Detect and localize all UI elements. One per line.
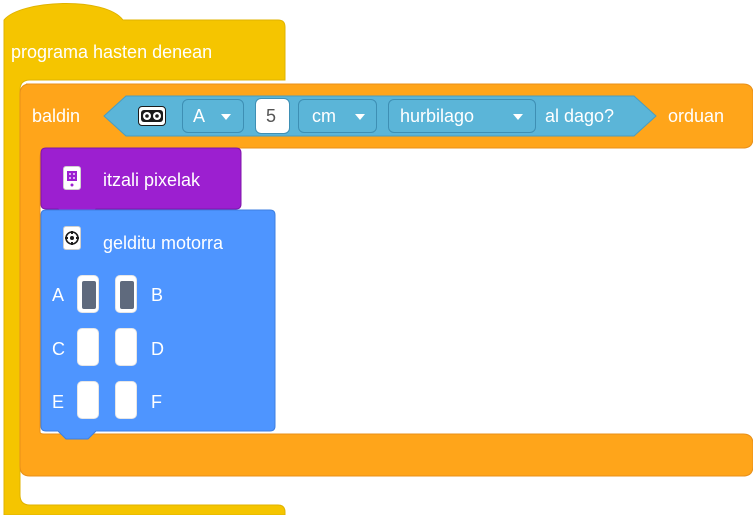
comparison-value: hurbilago [400, 106, 475, 126]
chevron-down-icon [355, 114, 365, 120]
port-label-f: F [151, 392, 162, 412]
port-dropdown[interactable]: A [182, 99, 244, 133]
port-c-toggle[interactable] [77, 328, 99, 366]
port-label-a: A [52, 285, 65, 305]
port-label-d: D [151, 339, 164, 359]
then-label: orduan [668, 106, 725, 126]
port-d-toggle[interactable] [115, 328, 137, 366]
display-block-label: itzali pixelak [103, 170, 201, 190]
motor-block-label: gelditu motorra [103, 233, 224, 253]
code-canvas [3, 3, 753, 515]
unit-value: cm [312, 106, 336, 126]
condition-suffix: al dago? [545, 106, 615, 126]
port-label-e: E [52, 392, 65, 412]
chevron-down-icon [221, 114, 231, 120]
port-label-c: C [52, 339, 65, 359]
comparison-dropdown[interactable]: hurbilago [388, 99, 536, 133]
port-e-toggle[interactable] [77, 381, 99, 419]
light-matrix-icon [63, 166, 81, 190]
hat-block-label: programa hasten denean [11, 42, 213, 62]
unit-dropdown[interactable]: cm [298, 99, 377, 133]
port-f-toggle[interactable] [115, 381, 137, 419]
chevron-down-icon [513, 114, 523, 120]
port-value: A [193, 106, 206, 126]
port-label-b: B [151, 285, 164, 305]
distance-sensor-icon [138, 106, 166, 126]
motor-icon [63, 226, 81, 250]
if-label: baldin [32, 106, 81, 126]
port-a-toggle[interactable] [77, 275, 99, 313]
port-b-toggle[interactable] [115, 275, 137, 313]
distance-value: 5 [266, 106, 277, 126]
distance-value-input[interactable]: 5 [255, 98, 290, 134]
